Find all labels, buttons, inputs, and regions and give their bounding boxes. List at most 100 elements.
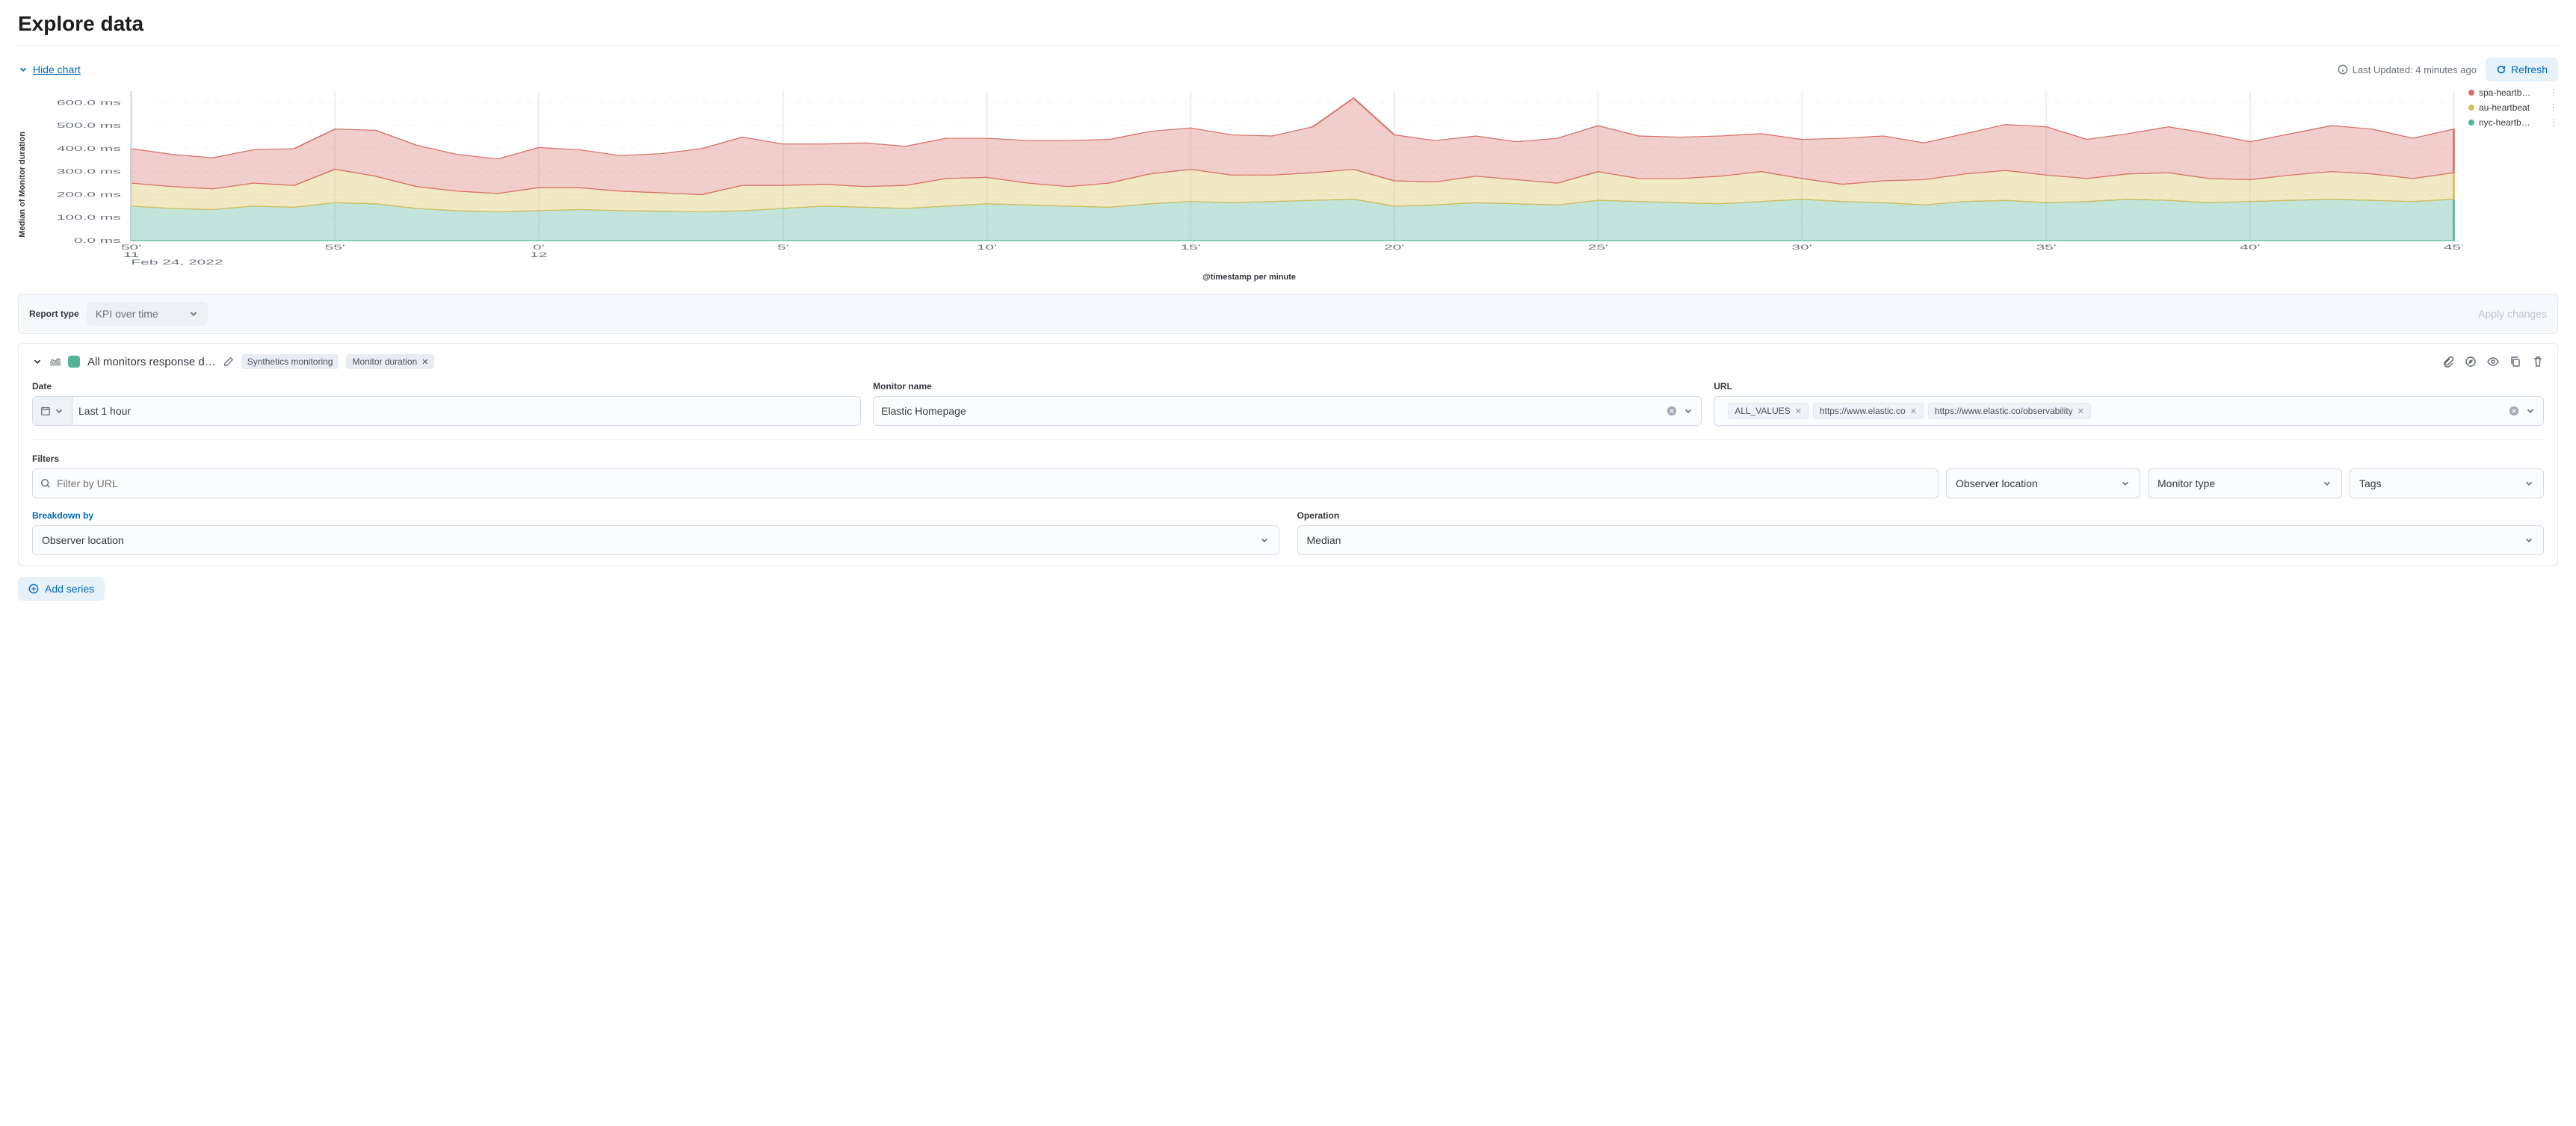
close-icon[interactable]: ✕ xyxy=(1795,406,1802,416)
info-icon xyxy=(2338,64,2348,75)
chevron-down-icon xyxy=(188,309,199,319)
svg-text:30': 30' xyxy=(1791,244,1811,251)
trash-icon[interactable] xyxy=(2532,356,2544,368)
date-input[interactable] xyxy=(32,396,861,426)
url-chip[interactable]: ALL_VALUES✕ xyxy=(1728,403,1809,419)
svg-text:12: 12 xyxy=(530,251,547,259)
url-chip[interactable]: https://www.elastic.co✕ xyxy=(1813,403,1924,419)
date-label: Date xyxy=(32,381,861,392)
url-label: URL xyxy=(1714,381,2544,392)
chart-svg[interactable]: 600.0 ms 500.0 ms 400.0 ms 300.0 ms 200.0 ms… xyxy=(36,87,2462,267)
monitor-type-filter[interactable]: Monitor type xyxy=(2148,468,2342,498)
last-updated: Last Updated: 4 minutes ago xyxy=(2338,64,2477,75)
menu-icon[interactable]: ⋮ xyxy=(2549,87,2558,98)
page-title: Explore data xyxy=(18,12,2558,36)
tag-monitor-duration[interactable]: Monitor duration✕ xyxy=(346,354,434,369)
filter-url-input[interactable] xyxy=(32,468,1939,498)
filter-url-field[interactable] xyxy=(57,477,1930,489)
edit-icon[interactable] xyxy=(223,356,234,367)
monitor-name-input[interactable] xyxy=(873,396,1702,426)
svg-text:200.0 ms: 200.0 ms xyxy=(57,191,121,199)
filters-label: Filters xyxy=(32,454,2544,464)
legend-label: spa-heartb… xyxy=(2479,87,2545,98)
chart-x-axis-label: @timestamp per minute xyxy=(36,273,2462,282)
breakdown-label[interactable]: Breakdown by xyxy=(32,510,93,521)
inner-divider xyxy=(32,439,2544,440)
search-icon xyxy=(40,478,51,489)
operation-select[interactable]: Median xyxy=(1297,525,2545,555)
hide-chart-toggle[interactable]: Hide chart xyxy=(18,64,81,75)
svg-text:0.0 ms: 0.0 ms xyxy=(74,237,121,244)
apply-changes-button[interactable]: Apply changes xyxy=(2478,308,2547,320)
menu-icon[interactable]: ⋮ xyxy=(2549,102,2558,113)
series-title: All monitors response d… xyxy=(87,356,216,368)
svg-text:500.0 ms: 500.0 ms xyxy=(57,122,121,129)
tags-filter[interactable]: Tags xyxy=(2350,468,2544,498)
legend-item[interactable]: nyc-heartb…⋮ xyxy=(2468,117,2558,128)
legend-dot xyxy=(2468,120,2474,126)
date-value[interactable] xyxy=(78,405,860,417)
add-series-label: Add series xyxy=(45,583,94,595)
report-type-select[interactable]: KPI over time xyxy=(87,302,208,326)
svg-text:600.0 ms: 600.0 ms xyxy=(57,99,121,107)
clear-icon[interactable] xyxy=(2509,406,2519,416)
operation-value: Median xyxy=(1307,534,1341,546)
chart-top-bar: Hide chart Last Updated: 4 minutes ago R… xyxy=(18,58,2558,81)
tags-label: Tags xyxy=(2359,477,2382,489)
chevron-down-icon xyxy=(1259,535,1270,545)
operation-label: Operation xyxy=(1297,510,1340,521)
eye-icon[interactable] xyxy=(2487,356,2499,368)
legend-item[interactable]: spa-heartb… ⋮ xyxy=(2468,87,2558,98)
series-actions xyxy=(2442,356,2544,368)
menu-icon[interactable]: ⋮ xyxy=(2549,117,2558,128)
chevron-down-icon xyxy=(2120,478,2131,489)
chevron-down-icon[interactable] xyxy=(1683,406,1693,416)
svg-text:15': 15' xyxy=(1181,244,1201,251)
tag-synthetics: Synthetics monitoring xyxy=(241,354,339,369)
close-icon[interactable]: ✕ xyxy=(1910,406,1917,416)
breakdown-value: Observer location xyxy=(42,534,124,546)
url-input[interactable]: ALL_VALUES✕https://www.elastic.co✕https:… xyxy=(1714,396,2544,426)
observer-location-label: Observer location xyxy=(1956,477,2038,489)
legend-item[interactable]: au-heartbeat⋮ xyxy=(2468,102,2558,113)
close-icon[interactable]: ✕ xyxy=(2078,406,2084,416)
svg-text:400.0 ms: 400.0 ms xyxy=(57,145,121,152)
svg-text:0': 0' xyxy=(533,244,545,251)
chevron-down-icon[interactable] xyxy=(32,356,43,367)
chevron-down-icon xyxy=(54,406,64,416)
svg-text:20': 20' xyxy=(1384,244,1404,251)
attach-icon[interactable] xyxy=(2442,356,2454,368)
chevron-down-icon[interactable] xyxy=(2525,406,2536,416)
chevron-down-icon xyxy=(2524,478,2534,489)
chart-container: Median of Monitor duration 600.0 ms500.0… xyxy=(18,87,2558,282)
url-chip[interactable]: https://www.elastic.co/observability✕ xyxy=(1928,403,2091,419)
series-header: All monitors response d… Synthetics moni… xyxy=(32,354,2544,369)
fields-row-1: Date Monitor name URL xyxy=(32,381,2544,426)
series-panel: All monitors response d… Synthetics moni… xyxy=(18,343,2558,566)
breakdown-operation-row: Breakdown by Observer location Operation… xyxy=(32,509,2544,555)
config-panel: Report type KPI over time Apply changes xyxy=(18,294,2558,334)
plus-circle-icon xyxy=(28,584,39,594)
monitor-name-value[interactable] xyxy=(881,405,1661,417)
series-color-swatch[interactable] xyxy=(68,356,80,368)
calendar-icon xyxy=(40,406,51,416)
breakdown-select[interactable]: Observer location xyxy=(32,525,1279,555)
clear-icon[interactable] xyxy=(1667,406,1677,416)
refresh-button[interactable]: Refresh xyxy=(2486,58,2558,81)
chart-legend: spa-heartb…⋮au-heartbeat⋮nyc-heartb…⋮ xyxy=(2468,87,2558,282)
area-chart-icon xyxy=(50,356,61,367)
copy-icon[interactable] xyxy=(2509,356,2521,368)
close-icon[interactable]: ✕ xyxy=(421,357,428,367)
compass-icon[interactable] xyxy=(2465,356,2477,368)
monitor-type-label: Monitor type xyxy=(2158,477,2215,489)
svg-text:11: 11 xyxy=(123,251,140,259)
svg-text:5': 5' xyxy=(777,244,789,251)
svg-text:55': 55' xyxy=(325,244,345,251)
add-series-button[interactable]: Add series xyxy=(18,577,105,601)
hide-chart-label: Hide chart xyxy=(33,64,81,75)
svg-text:40': 40' xyxy=(2240,244,2260,251)
observer-location-filter[interactable]: Observer location xyxy=(1946,468,2140,498)
svg-text:300.0 ms: 300.0 ms xyxy=(57,168,121,176)
monitor-name-label: Monitor name xyxy=(873,381,1702,392)
calendar-prefix[interactable] xyxy=(33,397,72,425)
